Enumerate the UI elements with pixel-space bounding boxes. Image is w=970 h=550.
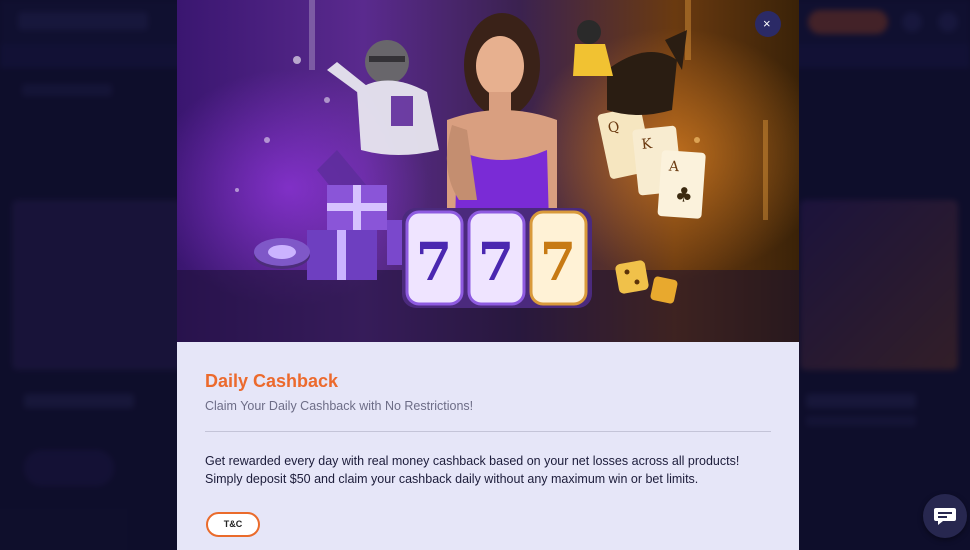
promo-description-line: Simply deposit $50 and claim your cashba…	[205, 472, 699, 486]
slot-reel-2: 7	[478, 232, 514, 293]
divider	[205, 431, 771, 432]
slot-reel-3: 7	[540, 232, 576, 293]
chat-bubble-icon	[934, 508, 956, 525]
close-icon: ×	[763, 16, 771, 31]
promo-title: Daily Cashback	[205, 371, 339, 391]
promo-description-line: Get rewarded every day with real money c…	[205, 454, 740, 468]
promo-content: Daily Cashback Claim Your Daily Cashback…	[177, 342, 799, 550]
hero-illustration: Q K A ♣ 7 7 7	[177, 0, 799, 342]
close-button[interactable]: ×	[755, 11, 781, 37]
promo-hero-image: Q K A ♣ 7 7 7 ×	[177, 0, 799, 342]
promo-description: Get rewarded every day with real money c…	[205, 452, 765, 488]
svg-text:A: A	[667, 158, 680, 175]
slot-reel-1: 7	[416, 232, 452, 293]
promo-subtitle: Claim Your Daily Cashback with No Restri…	[205, 399, 474, 413]
terms-and-conditions-button[interactable]: T&C	[206, 512, 260, 537]
svg-text:♣: ♣	[674, 182, 694, 207]
promo-modal: Q K A ♣ 7 7 7 × Daily Cashback Claim You…	[177, 0, 799, 550]
chat-button[interactable]	[923, 494, 967, 538]
